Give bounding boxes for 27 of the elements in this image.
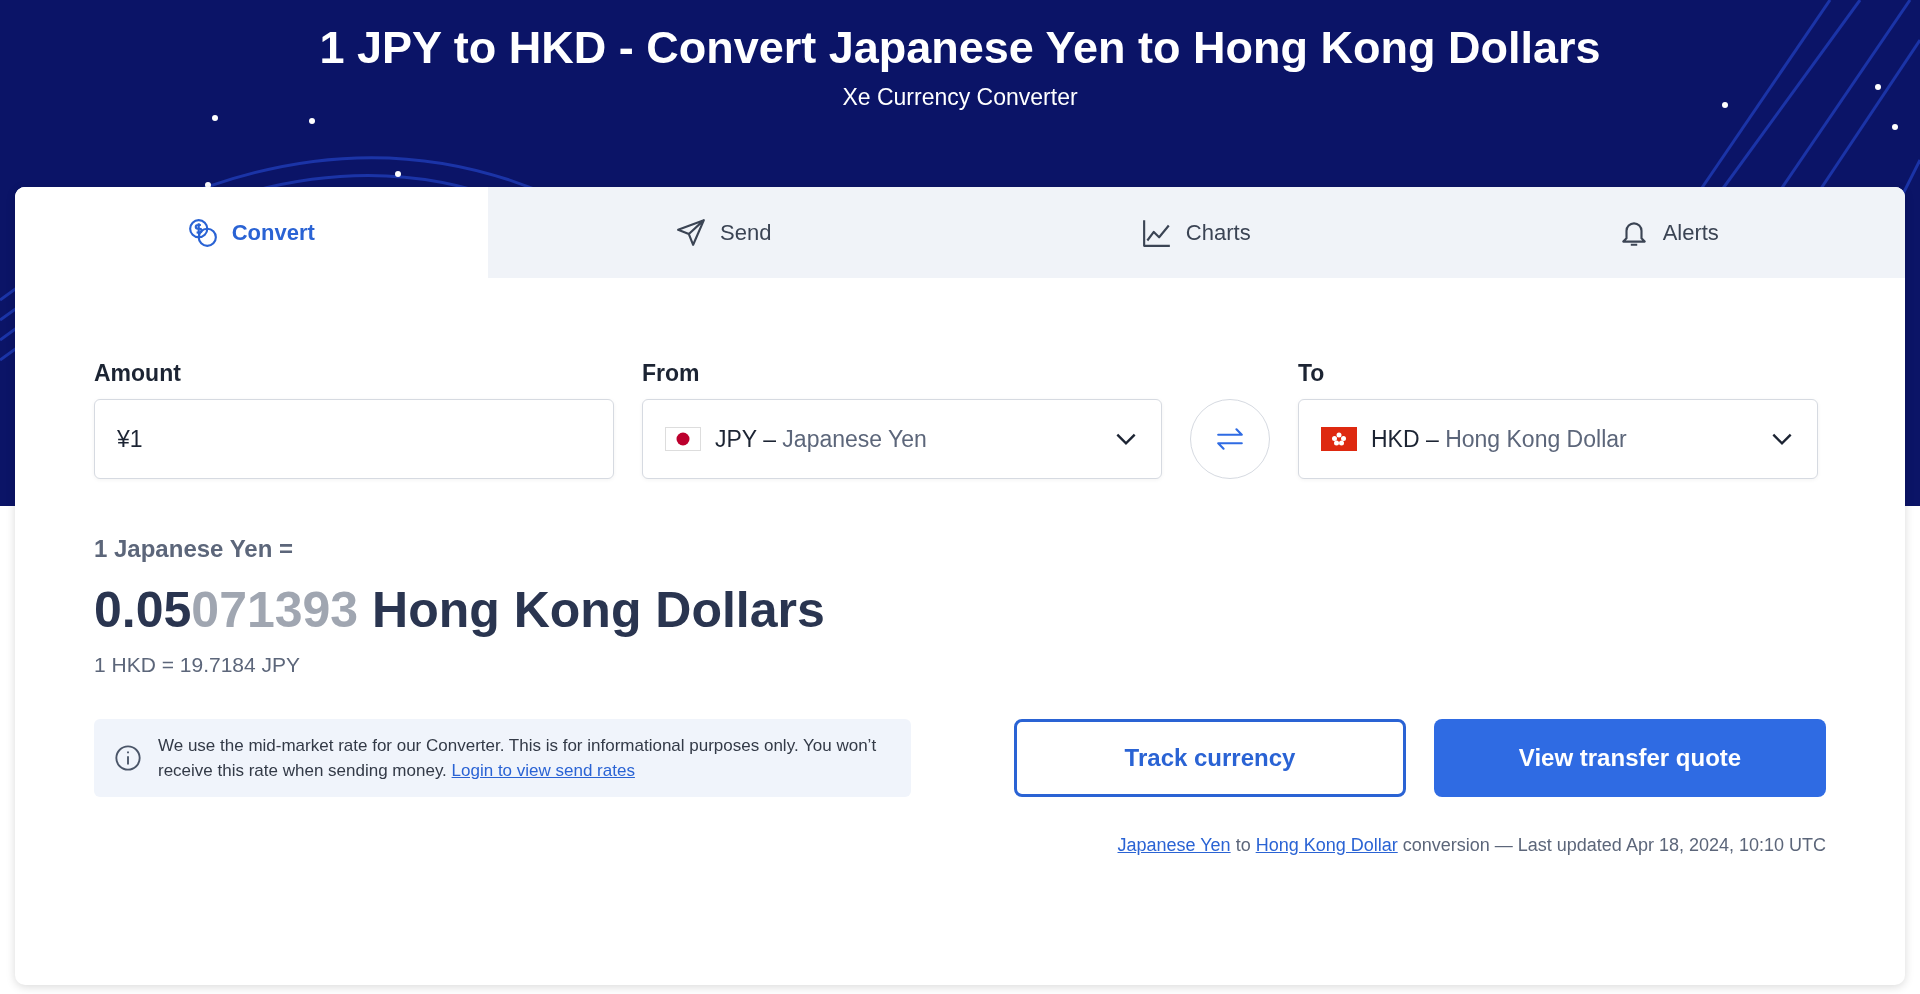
- info-icon: [114, 744, 142, 772]
- page-title: 1 JPY to HKD - Convert Japanese Yen to Hong Kong Dollars: [318, 21, 1602, 74]
- tab[interactable]: Convert: [15, 187, 488, 278]
- coins-icon: [187, 217, 218, 248]
- inverse-rate: 1 HKD = 19.7184 JPY: [94, 653, 301, 677]
- to-currency-select[interactable]: HKD – Hong Kong Dollar: [1298, 399, 1818, 479]
- from-currency-select[interactable]: JPY – Japanese Yen: [642, 399, 1162, 479]
- currency-link[interactable]: Hong Kong Dollar: [1255, 835, 1398, 855]
- flag-icon: [1321, 427, 1357, 451]
- currency-link[interactable]: Japanese Yen: [1117, 835, 1231, 855]
- amount-field[interactable]: ¥1: [94, 399, 614, 479]
- field-label: To: [1298, 360, 1326, 387]
- flag-icon: [665, 427, 701, 451]
- login-link[interactable]: Login to view send rates: [451, 761, 635, 780]
- track-button[interactable]: Track currency: [1014, 719, 1406, 797]
- converted-amount: 0.05071393 Hong Kong Dollars: [94, 581, 826, 639]
- conversion-base: 1 Japanese Yen =: [94, 535, 294, 563]
- paper-plane-icon: [676, 217, 707, 248]
- currency-value: JPY – Japanese Yen: [715, 425, 928, 453]
- field-label: Amount: [94, 360, 182, 387]
- field-label: From: [642, 360, 701, 387]
- page-subtitle: Xe Currency Converter: [842, 84, 1078, 111]
- update-note: Japanese Yen to Hong Kong Dollar conversion — Last updated Apr 18, 2024, 10:10 UTC: [1117, 835, 1826, 856]
- notice-text: We use the mid-market rate for our Converter. This is for informational purposes only. You won’t receive this rate when sending money. Login to view send rates: [158, 734, 878, 782]
- currency-value: HKD – Hong Kong Dollar: [1371, 425, 1628, 453]
- line-chart-icon: [1141, 217, 1172, 248]
- transfer-quote-button[interactable]: View transfer quote: [1434, 719, 1826, 797]
